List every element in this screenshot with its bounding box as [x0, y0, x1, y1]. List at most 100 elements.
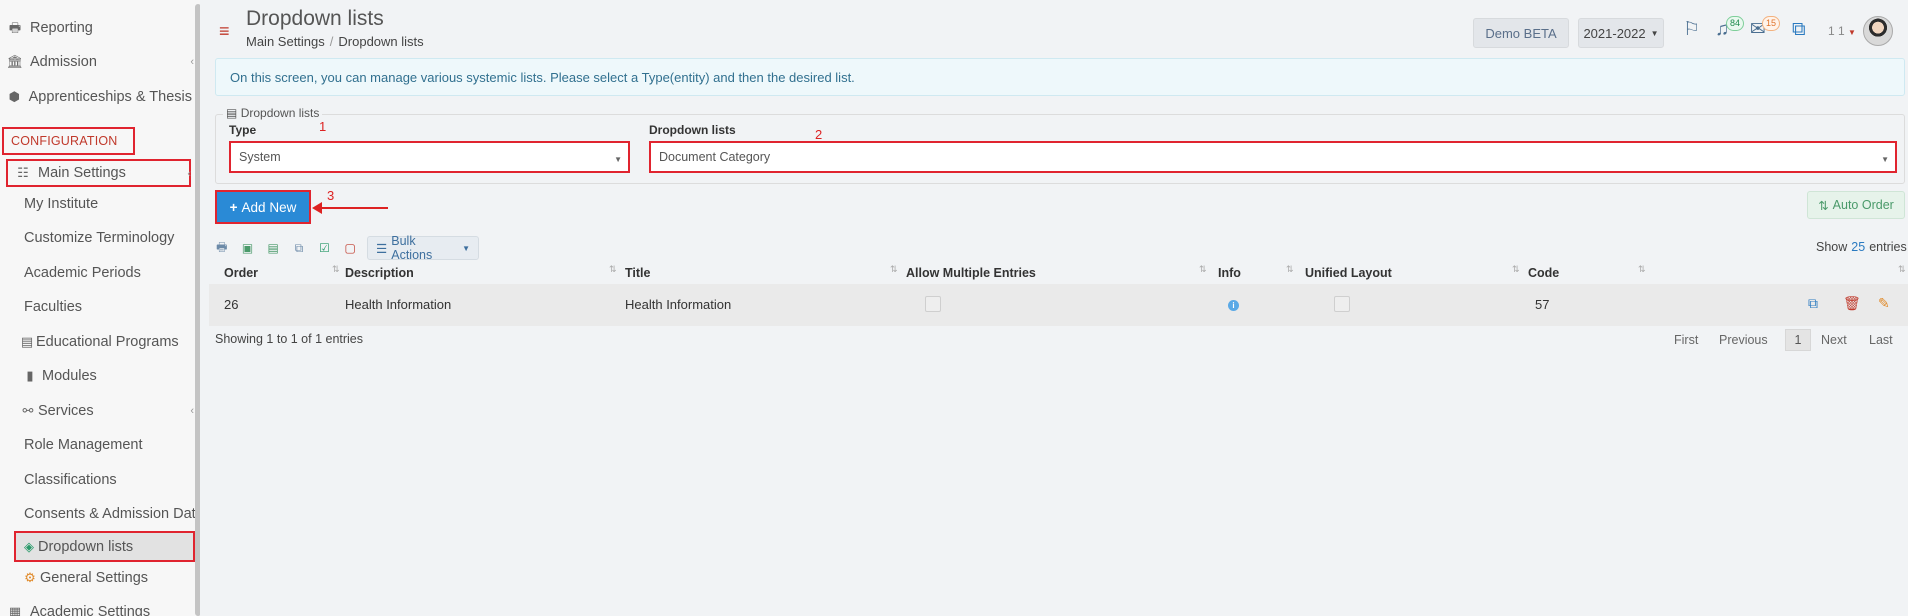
- sidebar-item-label: Reporting: [30, 20, 93, 36]
- cube-icon: ⬢: [8, 89, 20, 104]
- sidebar-item-my-institute[interactable]: My Institute: [0, 188, 192, 220]
- info-alert: On this screen, you can manage various s…: [215, 58, 1905, 96]
- sidebar-item-customize-terminology[interactable]: Customize Terminology: [0, 222, 192, 254]
- sort-icon[interactable]: ⇅: [1286, 264, 1293, 275]
- pager-current[interactable]: 1: [1785, 329, 1811, 351]
- breadcrumb-main-settings[interactable]: Main Settings: [246, 34, 325, 49]
- caret-down-icon: ▼: [462, 243, 471, 253]
- sidebar-item-educational-programs[interactable]: ▤ Educational Programs: [0, 326, 192, 358]
- column-allow-multiple[interactable]: Allow Multiple Entries: [906, 266, 1036, 280]
- chevron-left-icon: ‹: [187, 168, 191, 180]
- institution-icon: 🏛: [6, 54, 24, 69]
- info-icon[interactable]: i: [1228, 300, 1239, 311]
- pager-next[interactable]: Next: [1821, 333, 1847, 347]
- cell-description: Health Information: [345, 297, 452, 312]
- cell-order: 26: [224, 297, 239, 312]
- sort-icon[interactable]: ⇅: [1199, 264, 1206, 275]
- page-size-select[interactable]: 25: [1851, 240, 1865, 254]
- excel-icon[interactable]: ▣: [235, 236, 261, 260]
- table-toolbar: 🖶 ▣ ▤ ⧉ ☑ ▢ ☰ Bulk Actions ▼: [209, 234, 480, 262]
- allow-multiple-checkbox[interactable]: [925, 296, 941, 312]
- copy-icon[interactable]: ⧉: [1808, 295, 1818, 312]
- column-order[interactable]: Order: [224, 266, 258, 280]
- sidebar-section-configuration: CONFIGURATION: [2, 127, 135, 155]
- pencil-icon[interactable]: ✎: [1878, 295, 1890, 312]
- dropdown-list-select[interactable]: Document Category ▼: [649, 141, 1897, 173]
- table-row[interactable]: 26 Health Information Health Information…: [209, 284, 1908, 326]
- demo-beta-button[interactable]: Demo BETA: [1473, 18, 1569, 48]
- menu-toggle-icon[interactable]: ≡: [219, 22, 230, 40]
- column-title[interactable]: Title: [625, 266, 650, 280]
- sort-icon[interactable]: ⇅: [1638, 264, 1645, 275]
- column-description[interactable]: Description: [345, 266, 414, 280]
- sidebar-item-label: My Institute: [24, 196, 99, 212]
- layers-plus-icon[interactable]: ⧉: [1792, 20, 1806, 40]
- csv-icon[interactable]: ▤: [260, 236, 286, 260]
- sidebar-item-services[interactable]: ⚯ Services ‹: [0, 395, 194, 427]
- cell-title: Health Information: [625, 297, 732, 312]
- trash-icon[interactable]: 🗑: [1843, 295, 1861, 312]
- sidebar-item-admission[interactable]: 🏛 Admission ‹: [0, 46, 194, 78]
- sidebar-item-modules[interactable]: ▮ Modules: [0, 360, 192, 392]
- top-bar: ≡ Dropdown lists Main Settings / Dropdown …: [203, 0, 1908, 56]
- sidebar-item-main-settings[interactable]: ☷ Main Settings ‹: [6, 159, 191, 187]
- sidebar-item-dropdown-lists[interactable]: ◈ Dropdown lists: [14, 531, 195, 562]
- sidebar-item-label: Main Settings: [38, 165, 126, 181]
- sidebar-item-label: Academic Settings: [30, 604, 151, 616]
- sidebar-item-label: Dropdown lists: [38, 538, 134, 555]
- pager-first[interactable]: First: [1674, 333, 1698, 347]
- select-all-icon[interactable]: ☑: [312, 236, 338, 260]
- caret-down-icon: ▼: [614, 155, 622, 164]
- user-menu-toggle[interactable]: 1 1 ▼: [1828, 24, 1856, 38]
- sidebar-item-academic-periods[interactable]: Academic Periods: [0, 257, 192, 289]
- sort-icon[interactable]: ⇅: [609, 264, 616, 275]
- show-entries: Show 25 entries: [1816, 240, 1907, 254]
- column-unified-layout[interactable]: Unified Layout: [1305, 266, 1392, 280]
- year-select[interactable]: 2021-2022 ▼: [1578, 18, 1664, 48]
- dropdown-list-label: Dropdown lists: [649, 123, 736, 137]
- sidebar-item-faculties[interactable]: Faculties: [0, 291, 192, 323]
- cell-code: 57: [1535, 297, 1550, 312]
- unified-layout-checkbox[interactable]: [1334, 296, 1350, 312]
- sidebar-scrollbar[interactable]: [195, 4, 200, 616]
- sidebar-item-classifications[interactable]: Classifications: [0, 464, 192, 496]
- annotation-arrow: [312, 202, 388, 214]
- sidebar-item-apprenticeships[interactable]: ⬢ Apprenticeships & Thesis: [0, 81, 192, 113]
- pager-previous[interactable]: Previous: [1719, 333, 1768, 347]
- sidebar-item-role-management[interactable]: Role Management: [0, 429, 192, 461]
- sort-icon[interactable]: ⇅: [1898, 264, 1905, 275]
- book-icon: ▮: [26, 368, 34, 383]
- column-code[interactable]: Code: [1528, 266, 1559, 280]
- table-header: Order ⇅ Description ⇅ Title ⇅ Allow Mult…: [209, 262, 1908, 284]
- avatar[interactable]: [1863, 16, 1893, 46]
- network-icon: ⚯: [22, 403, 34, 418]
- sort-icon[interactable]: ⇅: [1512, 264, 1519, 275]
- column-info[interactable]: Info: [1218, 266, 1241, 280]
- layers-icon: ◈: [24, 538, 34, 554]
- pager-last[interactable]: Last: [1869, 333, 1893, 347]
- sort-icon[interactable]: ⇅: [890, 264, 897, 275]
- sidebar-item-label: Classifications: [24, 472, 117, 488]
- sort-order-icon: ⇅: [1818, 198, 1829, 213]
- sort-icon[interactable]: ⇅: [332, 264, 339, 275]
- type-select[interactable]: System ▼: [229, 141, 630, 173]
- sidebar-item-consents[interactable]: Consents & Admission Data: [0, 498, 200, 530]
- sidebar-item-label: Faculties: [24, 299, 83, 315]
- add-new-button[interactable]: + Add New: [215, 190, 311, 224]
- sidebar-item-label: Modules: [42, 368, 97, 384]
- bulk-actions-button[interactable]: ☰ Bulk Actions ▼: [367, 234, 480, 262]
- annotation-1: 1: [319, 119, 327, 134]
- sidebar-item-reporting[interactable]: 🖶 Reporting: [0, 12, 192, 44]
- gears-icon: ⚙: [24, 570, 36, 585]
- flag-icon[interactable]: ⚐: [1683, 20, 1700, 40]
- sidebar-item-academic-settings[interactable]: ▦ Academic Settings: [0, 596, 192, 616]
- sidebar-item-general-settings[interactable]: ⚙ General Settings: [0, 562, 192, 594]
- copy-icon[interactable]: ⧉: [286, 236, 312, 260]
- sidebar-item-label: Apprenticeships & Thesis: [28, 89, 192, 105]
- deselect-all-icon[interactable]: ▢: [337, 236, 363, 260]
- sidebar-item-label: Role Management: [24, 437, 143, 453]
- print-icon[interactable]: 🖶: [209, 236, 235, 260]
- sidebar-item-label: Services: [38, 403, 94, 419]
- auto-order-button[interactable]: ⇅ Auto Order: [1807, 191, 1905, 219]
- table-icon: ▤: [226, 106, 238, 120]
